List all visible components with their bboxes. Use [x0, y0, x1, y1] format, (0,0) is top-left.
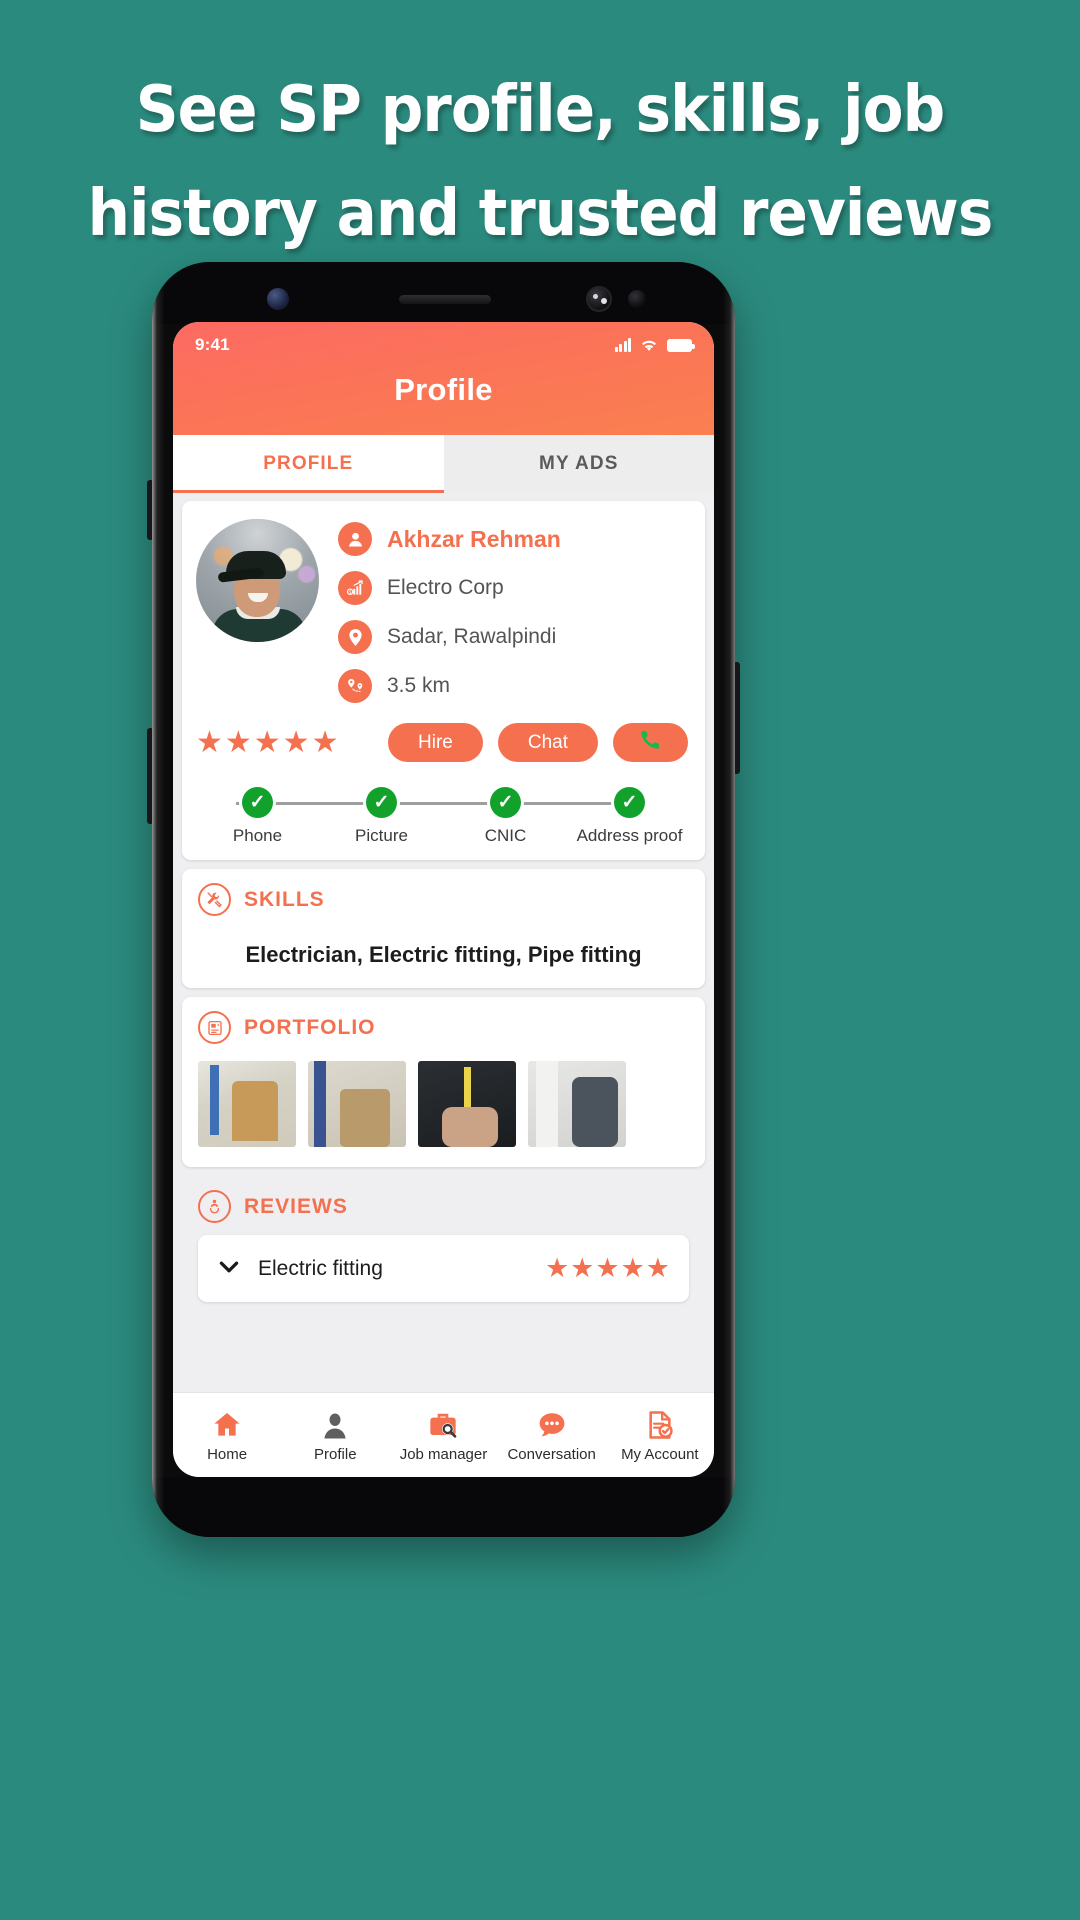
avatar[interactable]	[196, 519, 319, 642]
portfolio-thumb-2[interactable]	[308, 1061, 406, 1147]
tab-profile[interactable]: PROFILE	[173, 435, 444, 493]
rating-stars: ★★★★★	[196, 725, 341, 759]
check-icon: ✓	[614, 787, 645, 818]
verification-label: CNIC	[484, 826, 527, 845]
app-header: 9:41 Profile	[173, 322, 714, 435]
headline-line-2: history and trusted reviews	[87, 177, 994, 251]
bottom-navigation: Home Profile Job manager Conversation My…	[173, 1392, 714, 1477]
profile-info: Akhzar Rehman $ Electro Corp Sadar, Rawa…	[319, 514, 691, 703]
profile-row-location: Sadar, Rawalpindi	[338, 620, 691, 654]
portfolio-icon	[198, 1011, 231, 1044]
hire-button[interactable]: Hire	[388, 723, 483, 762]
verification-step-phone: ✓ Phone	[200, 787, 315, 846]
scroll-content[interactable]: Akhzar Rehman $ Electro Corp Sadar, Rawa…	[173, 493, 714, 1422]
phone-assistant-button[interactable]	[147, 480, 154, 540]
profile-row-name: Akhzar Rehman	[338, 522, 691, 556]
nav-item-profile[interactable]: Profile	[281, 1407, 389, 1463]
nav-label: My Account	[621, 1446, 699, 1463]
battery-icon	[667, 338, 695, 352]
check-icon: ✓	[242, 787, 273, 818]
verification-step-cnic: ✓ CNIC	[448, 787, 563, 846]
verification-step-picture: ✓ Picture	[324, 787, 439, 846]
chat-button[interactable]: Chat	[497, 723, 598, 762]
job-manager-icon	[427, 1407, 459, 1441]
reviews-title: REVIEWS	[244, 1194, 348, 1218]
portfolio-card: PORTFOLIO	[182, 997, 705, 1167]
nav-item-home[interactable]: Home	[173, 1407, 281, 1463]
headline-line-1: See SP profile, skills, job	[135, 73, 945, 147]
page-title: Profile	[394, 372, 493, 407]
front-camera-icon	[267, 288, 289, 310]
nav-label: Home	[207, 1446, 248, 1463]
nav-item-my-account[interactable]: My Account	[606, 1407, 714, 1463]
home-icon	[211, 1407, 243, 1441]
nav-label: Profile	[314, 1446, 357, 1463]
status-bar: 9:41	[173, 332, 714, 358]
phone-volume-button[interactable]	[147, 728, 154, 824]
location-icon	[338, 620, 372, 654]
phone-mockup: 9:41 Profile PROFILE MY ADS Akhzar Rehma…	[147, 262, 740, 1537]
action-buttons: Hire Chat	[340, 723, 691, 762]
conversation-icon	[536, 1407, 568, 1441]
check-icon: ✓	[490, 787, 521, 818]
verification-label: Phone	[232, 826, 283, 845]
nav-label: Job manager	[399, 1446, 488, 1463]
status-icons	[614, 338, 695, 352]
reviews-header: REVIEWS Electric fitting ★★★★★	[182, 1176, 705, 1302]
skills-value: Electrician, Electric fitting, Pipe fitt…	[245, 942, 642, 967]
verification-progress: ✓ Phone ✓ Picture ✓ CNIC ✓ Address proof	[196, 787, 691, 846]
phone-top-bezel	[152, 262, 735, 324]
nav-label: Conversation	[507, 1446, 596, 1463]
call-button[interactable]	[613, 723, 688, 762]
profile-name: Akhzar Rehman	[387, 525, 561, 552]
tab-my-ads[interactable]: MY ADS	[443, 435, 714, 493]
business-icon: $	[338, 571, 372, 605]
chevron-down-icon[interactable]	[216, 1254, 242, 1284]
tab-bar: PROFILE MY ADS	[173, 435, 714, 493]
check-icon: ✓	[366, 787, 397, 818]
my-account-icon	[644, 1407, 676, 1441]
review-title: Electric fitting	[258, 1256, 383, 1280]
tools-icon	[198, 883, 231, 916]
portfolio-thumbnails	[198, 1061, 689, 1147]
verification-step-address: ✓ Address proof	[572, 787, 687, 846]
skills-title: SKILLS	[244, 887, 325, 911]
profile-row-company: $ Electro Corp	[338, 571, 691, 605]
signal-icon	[614, 338, 631, 352]
route-icon	[338, 669, 372, 703]
phone-icon	[639, 728, 662, 757]
status-time: 9:41	[195, 335, 230, 354]
person-icon	[338, 522, 372, 556]
wifi-icon	[640, 338, 658, 352]
nav-item-conversation[interactable]: Conversation	[498, 1407, 606, 1463]
proximity-sensor-icon	[628, 290, 646, 308]
profile-row-distance: 3.5 km	[338, 669, 691, 703]
portfolio-thumb-4[interactable]	[528, 1061, 626, 1147]
verification-label: Picture	[355, 826, 408, 845]
promo-headline: See SP profile, skills, job history and …	[38, 58, 1042, 266]
rating-actions-row: ★★★★★ Hire Chat	[196, 723, 691, 762]
portfolio-title: PORTFOLIO	[244, 1015, 376, 1039]
phone-screen: 9:41 Profile PROFILE MY ADS Akhzar Rehma…	[173, 322, 714, 1477]
profile-card: Akhzar Rehman $ Electro Corp Sadar, Rawa…	[182, 501, 705, 860]
review-stars: ★★★★★	[544, 1253, 671, 1283]
profile-location: Sadar, Rawalpindi	[387, 625, 557, 648]
sensor-cluster-icon	[586, 286, 612, 312]
reviews-icon	[198, 1190, 231, 1223]
phone-bottom-bezel	[152, 1477, 735, 1537]
profile-company: Electro Corp	[387, 576, 504, 599]
nav-item-job-manager[interactable]: Job manager	[389, 1407, 497, 1463]
earpiece-speaker	[399, 295, 491, 304]
review-row[interactable]: Electric fitting ★★★★★	[198, 1235, 689, 1302]
portfolio-thumb-3[interactable]	[418, 1061, 516, 1147]
verification-label: Address proof	[576, 826, 683, 845]
profile-icon	[320, 1407, 350, 1441]
skills-card: SKILLS Electrician, Electric fitting, Pi…	[182, 869, 705, 988]
profile-distance: 3.5 km	[387, 674, 451, 697]
portfolio-thumb-1[interactable]	[198, 1061, 296, 1147]
phone-power-button[interactable]	[733, 662, 740, 774]
